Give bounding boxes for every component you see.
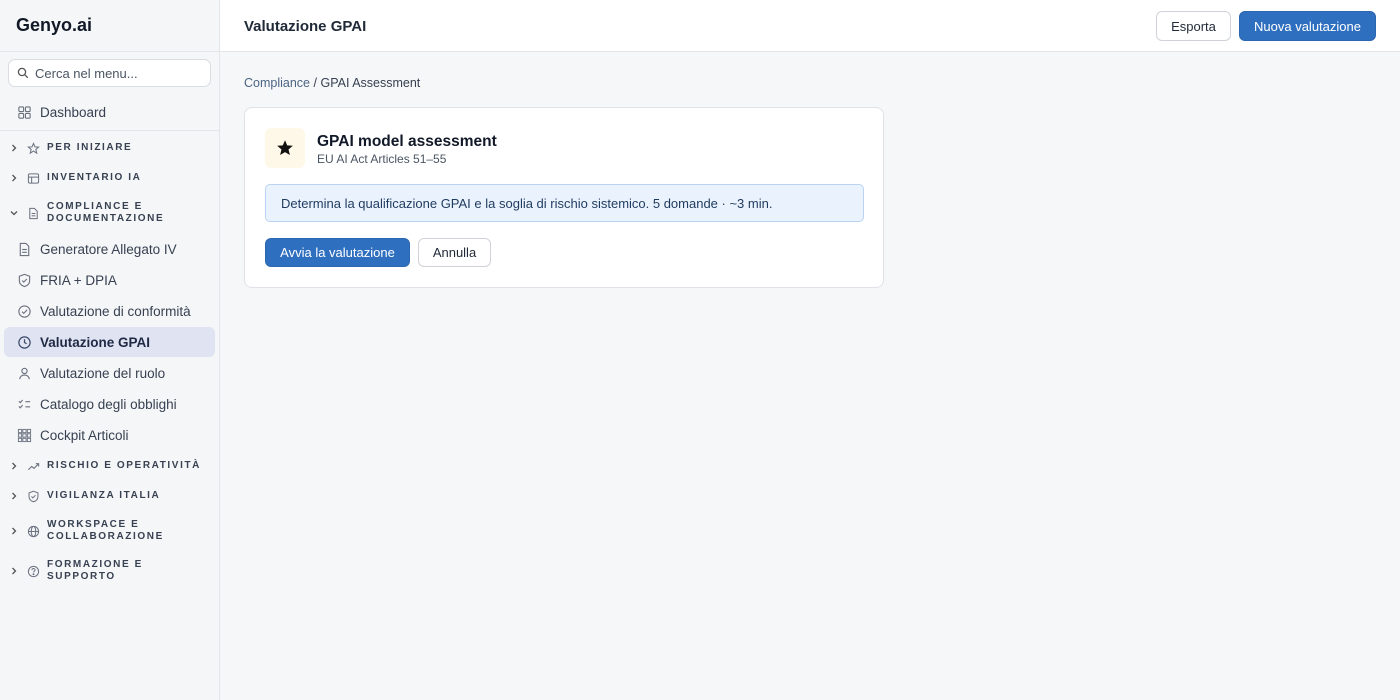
brand-logo[interactable]: Genyo.ai [0,0,219,52]
shield-icon [26,490,40,503]
section-vigilanza-italia[interactable]: VIGILANZA ITALIA [8,490,213,502]
sidebar-item-label: Generatore Allegato IV [40,241,177,257]
sidebar-item-label: Valutazione del ruolo [40,365,166,381]
sidebar-item-label: Valutazione di conformità [40,303,191,319]
sidebar-item-label: FRIA + DPIA [40,272,117,288]
document-icon [26,207,40,220]
sidebar-item-label: Cockpit Articoli [40,427,129,443]
star-icon [26,141,40,155]
sidebar-item-catalogo-obblighi[interactable]: Catalogo degli obblighi [4,389,215,419]
section-inventario-ia[interactable]: INVENTARIO IA [8,172,213,184]
sidebar-item-cockpit-articoli[interactable]: Cockpit Articoli [4,420,215,450]
chevron-down-icon [8,208,20,218]
shield-icon [16,272,32,288]
search-icon [17,67,29,79]
info-banner: Determina la qualificazione GPAI e la so… [265,184,864,222]
globe-icon [26,525,40,538]
sidebar: Genyo.ai Dashboard PER INIZIARE INVENTAR… [0,0,220,700]
trend-icon [26,460,40,473]
chevron-right-icon [8,143,20,153]
star-icon [265,128,305,168]
sidebar-item-fria-dpia[interactable]: FRIA + DPIA [4,265,215,295]
sidebar-item-valutazione-gpai[interactable]: Valutazione GPAI [4,327,215,357]
info-text: Determina la qualificazione GPAI e la so… [281,195,773,211]
card-subtitle: EU AI Act Articles 51–55 [317,152,447,166]
help-icon [26,565,40,578]
sidebar-item-generatore-allegato-iv[interactable]: Generatore Allegato IV [4,234,215,264]
sidebar-item-valutazione-conformita[interactable]: Valutazione di conformità [4,296,215,326]
checklist-icon [16,396,32,412]
chevron-right-icon [8,491,20,501]
user-icon [16,365,32,381]
breadcrumb: Compliance / GPAI Assessment [244,76,420,90]
breadcrumb-separator: / [313,76,317,90]
section-label: WORKSPACE E COLLABORAZIONE [47,519,164,542]
grid-icon [16,104,32,120]
section-label: COMPLIANCE E DOCUMENTAZIONE [47,201,165,224]
sidebar-divider [0,130,219,131]
table-icon [26,172,40,185]
check-circle-icon [16,303,32,319]
gpai-assessment-card: GPAI model assessment EU AI Act Articles… [244,107,884,288]
section-compliance-documentazione[interactable]: COMPLIANCE E DOCUMENTAZIONE [8,201,213,225]
breadcrumb-current: GPAI Assessment [320,76,421,90]
topbar: Valutazione GPAI Esporta Nuova valutazio… [220,0,1400,52]
section-label: INVENTARIO IA [47,172,142,183]
grid-dense-icon [16,427,32,443]
sidebar-item-label: Dashboard [40,104,107,120]
section-workspace-collaborazione[interactable]: WORKSPACE E COLLABORAZIONE [8,519,213,543]
menu-search-input[interactable] [35,65,195,81]
clock-icon [16,334,32,350]
new-assessment-button[interactable]: Nuova valutazione [1239,11,1376,41]
sidebar-item-label: Valutazione GPAI [40,334,151,350]
sidebar-item-dashboard[interactable]: Dashboard [4,97,215,127]
menu-search[interactable] [8,59,211,87]
breadcrumb-compliance-link[interactable]: Compliance [244,76,310,90]
section-formazione-supporto[interactable]: FORMAZIONE E SUPPORTO [8,559,213,583]
section-label: RISCHIO E OPERATIVITÀ [47,460,201,471]
chevron-right-icon [8,173,20,183]
section-per-iniziare[interactable]: PER INIZIARE [8,141,213,155]
chevron-right-icon [8,526,20,536]
chevron-right-icon [8,461,20,471]
card-title: GPAI model assessment [317,133,497,150]
section-label: FORMAZIONE E SUPPORTO [47,559,143,582]
page-title: Valutazione GPAI [244,18,367,35]
file-icon [16,241,32,257]
export-button[interactable]: Esporta [1156,11,1231,41]
chevron-right-icon [8,566,20,576]
sidebar-item-label: Catalogo degli obblighi [40,396,177,412]
section-label: VIGILANZA ITALIA [47,490,161,501]
section-rischio-operativita[interactable]: RISCHIO E OPERATIVITÀ [8,460,213,472]
section-label: PER INIZIARE [47,142,133,153]
sidebar-item-valutazione-ruolo[interactable]: Valutazione del ruolo [4,358,215,388]
cancel-button[interactable]: Annulla [418,238,491,267]
start-assessment-button[interactable]: Avvia la valutazione [265,238,410,267]
